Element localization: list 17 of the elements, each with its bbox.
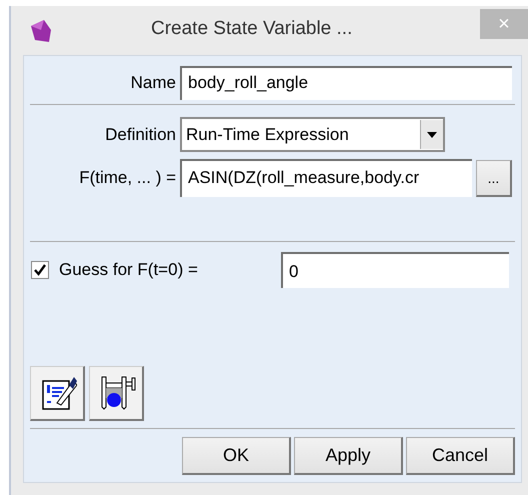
guess-checkbox[interactable]: [31, 261, 49, 279]
dialog-button[interactable]: Cancel: [406, 437, 515, 475]
browse-button[interactable]: ...: [476, 160, 512, 196]
document-pen-icon[interactable]: [30, 366, 85, 421]
name-field[interactable]: body_roll_angle: [180, 66, 512, 100]
function-field[interactable]: ASIN(DZ(roll_measure,body.cr: [180, 159, 472, 197]
function-label: F(time, ... ) =: [78, 168, 176, 188]
dropdown-arrow-icon: [427, 132, 437, 138]
window-title: Create State Variable ...: [151, 18, 352, 40]
dialog-button[interactable]: OK: [182, 437, 291, 475]
dialog-button[interactable]: Apply: [294, 437, 403, 475]
caliper-icon[interactable]: [89, 366, 144, 421]
definition-label: Definition: [104, 124, 176, 144]
name-label: Name: [130, 73, 176, 93]
guess-field[interactable]: 0: [281, 252, 509, 288]
guess-label: Guess for F(t=0) =: [59, 260, 199, 280]
definition-dropdown[interactable]: Run-Time Expression: [180, 117, 445, 152]
